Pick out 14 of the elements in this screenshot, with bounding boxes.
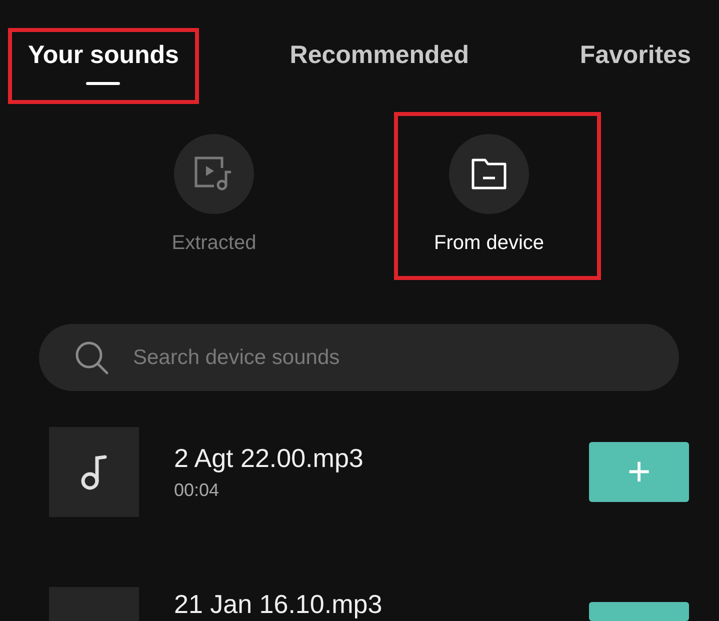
search-field[interactable]: Search device sounds <box>39 324 679 391</box>
sound-duration: 00:04 <box>174 480 220 501</box>
music-note-icon <box>81 454 107 490</box>
source-label: From device <box>434 232 544 255</box>
tab[interactable]: Recommended <box>290 40 469 70</box>
tab[interactable]: Favorites <box>580 40 691 70</box>
search-input[interactable]: Search device sounds <box>131 342 679 374</box>
video-music-icon <box>194 156 234 192</box>
tab[interactable]: Your sounds <box>28 40 179 70</box>
sound-title: 2 Agt 22.00.mp3 <box>174 443 364 474</box>
source-label: Extracted <box>172 232 256 255</box>
sound-title: 21 Jan 16.10.mp3 <box>174 589 384 619</box>
search-icon <box>75 340 109 374</box>
folder-icon <box>471 158 507 190</box>
